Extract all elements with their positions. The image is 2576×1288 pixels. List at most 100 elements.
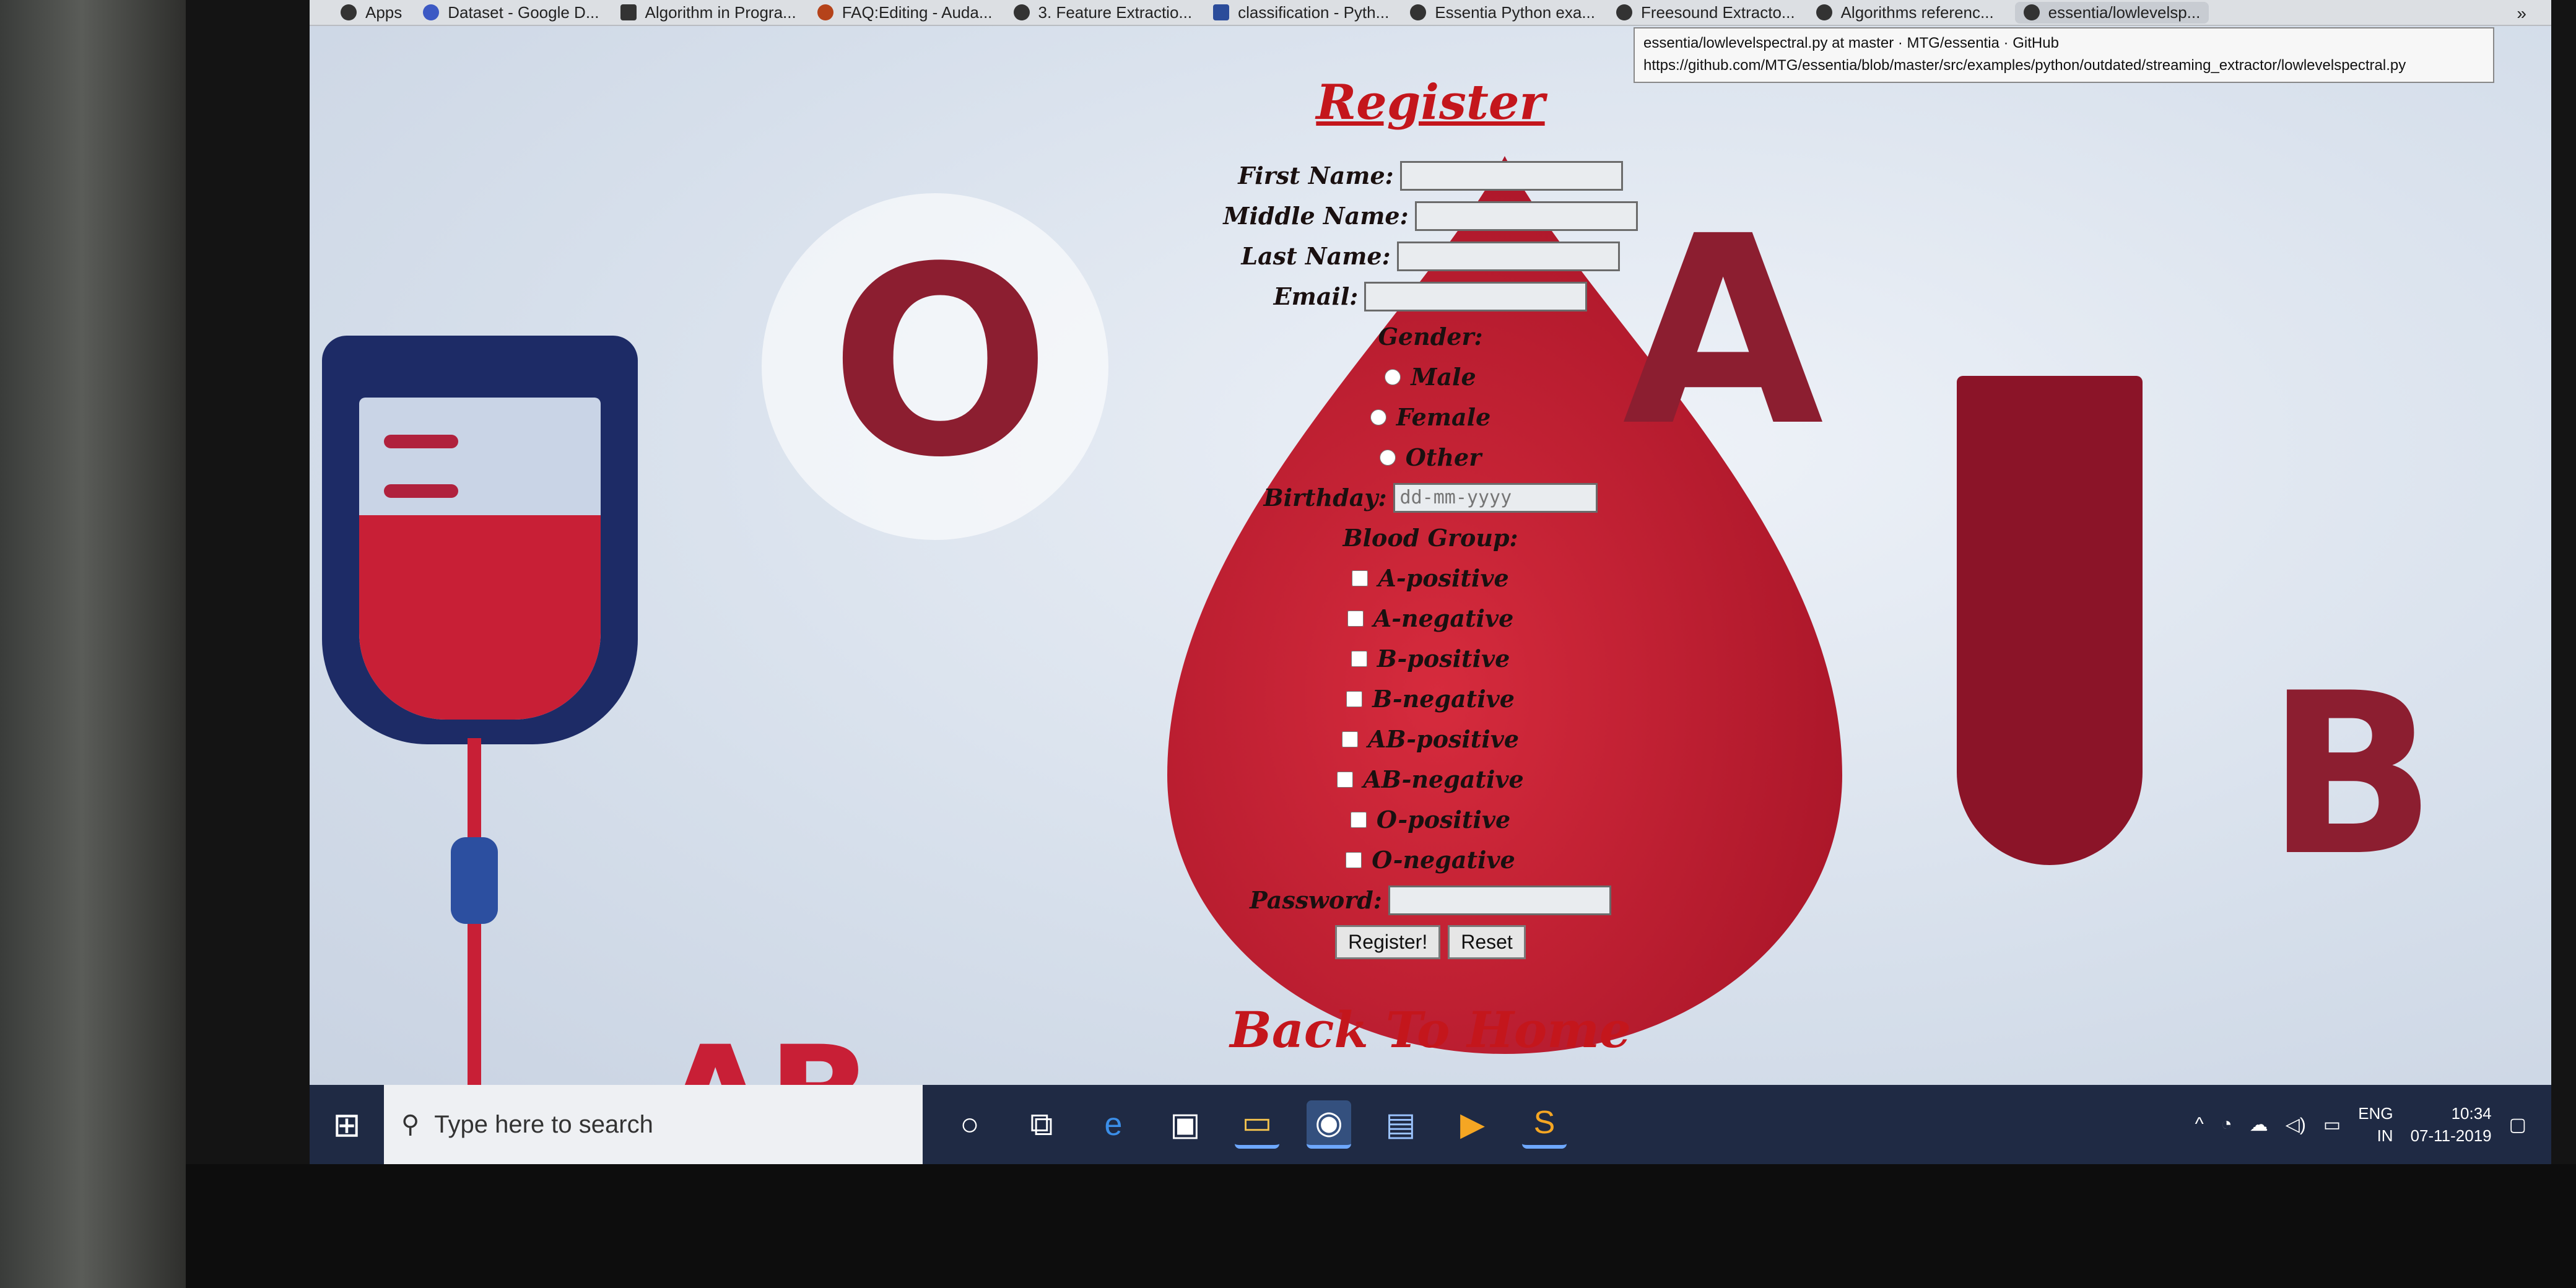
file-explorer-icon[interactable]: ▭	[1235, 1100, 1279, 1149]
email-label: Email:	[1273, 282, 1359, 310]
blood-group-o-positive-checkbox[interactable]	[1350, 811, 1367, 828]
first-name-field[interactable]	[1399, 160, 1623, 191]
github-icon	[2023, 4, 2040, 20]
screen: Apps Dataset - Google D... Algorithm in …	[310, 0, 2551, 1164]
blood-group-o-negative-checkbox[interactable]	[1346, 851, 1362, 868]
link-tooltip: essentia/lowlevelspectral.py at master ·…	[1634, 27, 2494, 83]
blood-group-label: Blood Group:	[1342, 524, 1518, 552]
volume-icon[interactable]: ◁)	[2286, 1114, 2306, 1136]
start-button[interactable]: ⊞	[310, 1085, 384, 1164]
notifications-icon[interactable]: ▢	[2509, 1114, 2526, 1136]
register-button[interactable]: Register!	[1335, 925, 1441, 959]
bookmark-lowlevelspectral[interactable]: essentia/lowlevelsp...	[2014, 1, 2209, 24]
middle-name-row: Middle Name:	[310, 196, 2551, 236]
taskbar-search[interactable]: ⚲ Type here to search	[384, 1085, 923, 1164]
blood-group-option-label: O-positive	[1376, 806, 1511, 833]
blood-group-option-label: B-positive	[1377, 645, 1510, 672]
last-name-row: Last Name:	[310, 236, 2551, 276]
app-icon[interactable]: ▤	[1378, 1102, 1423, 1147]
clock[interactable]: 10:34 07-11-2019	[2411, 1102, 2492, 1147]
language-indicator[interactable]: ENG IN	[2358, 1102, 2393, 1147]
password-row: Password:	[310, 880, 2551, 920]
essentia-icon	[1410, 4, 1427, 20]
bookmark-feature-extraction[interactable]: 3. Feature Extractio...	[1013, 3, 1192, 22]
cortana-icon[interactable]: ○	[947, 1102, 992, 1147]
more-bookmarks-button[interactable]: »	[2517, 4, 2526, 24]
tooltip-title: essentia/lowlevelspectral.py at master ·…	[1643, 35, 2059, 51]
blood-group-ab-positive-checkbox[interactable]	[1341, 731, 1358, 747]
form-buttons: Register! Reset	[310, 920, 2551, 964]
blood-group-option-label: O-negative	[1372, 846, 1515, 874]
gender-male-label: Male	[1411, 363, 1476, 391]
bookmark-dataset[interactable]: Dataset - Google D...	[423, 3, 599, 22]
gender-female-radio[interactable]	[1370, 409, 1386, 425]
gender-female-label: Female	[1396, 403, 1491, 431]
bookmark-essentia-python[interactable]: Essentia Python exa...	[1410, 3, 1595, 22]
email-field[interactable]	[1364, 281, 1588, 311]
audacity-icon	[817, 4, 833, 20]
bookmarks-bar: Apps Dataset - Google D... Algorithm in …	[310, 0, 2551, 26]
clock-date: 07-11-2019	[2410, 1126, 2492, 1145]
password-label: Password:	[1250, 886, 1382, 914]
bookmark-apps[interactable]: Apps	[341, 3, 402, 22]
essentia-icon	[1816, 4, 1832, 20]
back-to-home-link[interactable]: Back To Home	[310, 1001, 2551, 1059]
edge-icon[interactable]: e	[1091, 1102, 1136, 1147]
apps-icon	[341, 4, 357, 20]
github-icon	[1013, 4, 1030, 20]
blood-group-a-positive-checkbox[interactable]	[1352, 570, 1368, 586]
middle-name-label: Middle Name:	[1223, 202, 1409, 230]
blood-group-ab-negative-checkbox[interactable]	[1337, 771, 1354, 788]
battery-icon[interactable]: ▭	[2323, 1114, 2341, 1136]
register-form: Register First Name: Middle Name: Last N…	[310, 74, 2551, 1059]
room-background	[0, 0, 204, 1288]
clock-time: 10:34	[2451, 1104, 2492, 1123]
system-tray: ^ ◔ ☁ ◁) ▭ ENG IN 10:34 07-11-2019 ▢	[2195, 1085, 2526, 1164]
blood-group-option-label: A-negative	[1373, 604, 1514, 632]
blood-group-option-label: AB-positive	[1367, 725, 1520, 753]
blood-group-b-negative-checkbox[interactable]	[1346, 690, 1363, 707]
taskbar: ⊞ ⚲ Type here to search ○ ⧉ e ▣ ▭ ◉ ▤ ▶ …	[310, 1085, 2551, 1164]
blood-group-option-label: A-positive	[1378, 564, 1509, 592]
gender-male-radio[interactable]	[1385, 368, 1401, 385]
gender-other-label: Other	[1405, 443, 1482, 471]
store-icon[interactable]: ▣	[1163, 1102, 1208, 1147]
onedrive-icon[interactable]: ☁	[2250, 1114, 2268, 1136]
bookmark-audacity[interactable]: FAQ:Editing - Auda...	[817, 3, 993, 22]
bookmark-algorithms-reference[interactable]: Algorithms referenc...	[1816, 3, 1994, 22]
blood-group-b-positive-checkbox[interactable]	[1351, 650, 1367, 667]
bookmark-classification[interactable]: classification - Pyth...	[1213, 3, 1389, 22]
bookmark-icon	[1213, 4, 1230, 20]
reset-button[interactable]: Reset	[1448, 925, 1526, 959]
taskbar-apps: ○ ⧉ e ▣ ▭ ◉ ▤ ▶ S	[947, 1100, 1567, 1149]
password-field[interactable]	[1388, 885, 1611, 915]
bookmark-freesound[interactable]: Freesound Extracto...	[1616, 3, 1795, 22]
chrome-icon[interactable]: ◉	[1307, 1100, 1351, 1149]
gender-other-radio[interactable]	[1379, 449, 1396, 466]
gender-label-row: Gender:	[310, 316, 2551, 357]
media-player-icon[interactable]: ▶	[1450, 1102, 1495, 1147]
google-drive-icon	[423, 4, 440, 20]
sublime-text-icon[interactable]: S	[1522, 1100, 1567, 1149]
birthday-row: Birthday:	[310, 477, 2551, 518]
network-icon[interactable]: ◔	[2221, 1114, 2232, 1135]
blood-group-option-label: B-negative	[1372, 685, 1515, 713]
blood-group-a-negative-checkbox[interactable]	[1347, 610, 1364, 627]
essentia-icon	[1616, 4, 1633, 20]
last-name-label: Last Name:	[1241, 242, 1391, 270]
chevron-up-icon[interactable]: ^	[2195, 1114, 2204, 1135]
search-placeholder: Type here to search	[434, 1110, 653, 1138]
monitor-bezel-bottom	[186, 1164, 2576, 1288]
middle-name-field[interactable]	[1414, 201, 1638, 231]
last-name-field[interactable]	[1396, 241, 1620, 271]
bookmark-algorithm[interactable]: Algorithm in Progra...	[620, 3, 796, 22]
task-view-icon[interactable]: ⧉	[1019, 1102, 1064, 1147]
bookmark-icon	[620, 4, 637, 20]
birthday-field[interactable]	[1393, 482, 1598, 513]
search-icon: ⚲	[401, 1111, 420, 1138]
gender-label: Gender:	[1378, 323, 1483, 350]
blood-group-option-label: AB-negative	[1363, 765, 1524, 793]
first-name-label: First Name:	[1238, 162, 1394, 189]
tooltip-url: https://github.com/MTG/essentia/blob/mas…	[1643, 57, 2406, 74]
email-row: Email:	[310, 276, 2551, 316]
